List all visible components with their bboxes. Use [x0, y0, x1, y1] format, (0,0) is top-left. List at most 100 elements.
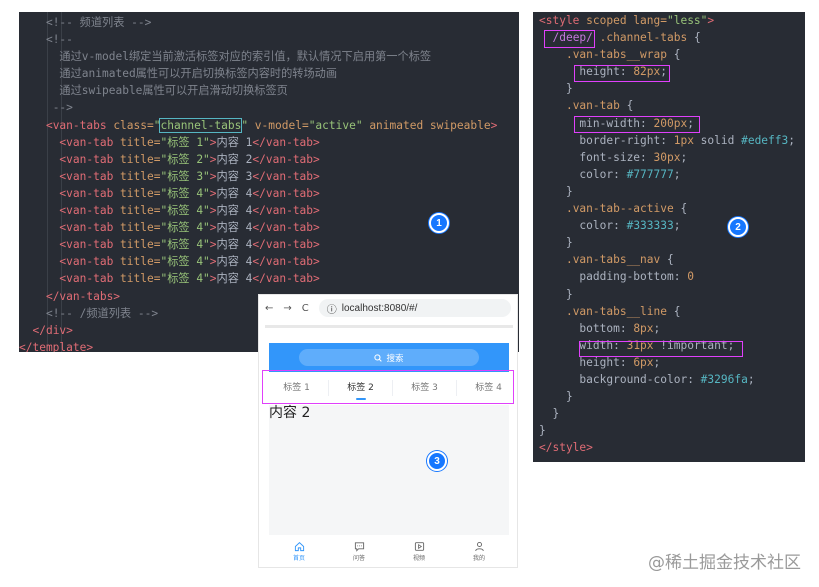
code-line: background-color: #3296fa; [539, 371, 795, 388]
tabbar-item-video[interactable]: 视频 [389, 535, 449, 567]
code-line: <van-tab title="标签 4">内容 4</van-tab> [19, 253, 519, 270]
code-token: <!-- [45, 33, 73, 47]
code-token: { [673, 202, 688, 216]
code-token: } [565, 236, 573, 250]
code-token: 内容 3 [216, 169, 253, 183]
code-line: } [539, 183, 795, 200]
code-line: .van-tabs__wrap { [539, 46, 795, 63]
code-token: ; [680, 150, 688, 164]
code-line: <style scoped lang="less"> [539, 12, 795, 29]
code-token: 通过swipeable属性可以开启滑动切换标签页 [59, 84, 288, 98]
code-line: .van-tab--active { [539, 200, 795, 217]
arrow-right-icon[interactable]: → [283, 303, 291, 314]
code-token: <van-tab [59, 238, 121, 252]
reload-icon[interactable]: C [302, 303, 309, 314]
search-button[interactable]: 搜索 [299, 349, 479, 366]
code-token: </van-tab> [252, 238, 320, 252]
code-line: } [539, 80, 795, 97]
tabbar-label: 我的 [472, 554, 485, 562]
code-token: } [539, 424, 546, 438]
tabbar-item-qa[interactable]: 问答 [329, 535, 389, 567]
code-token: title= [120, 169, 161, 183]
code-token: </van-tabs> [45, 289, 121, 303]
code-token: "标签 1" [160, 135, 210, 149]
code-line: <van-tabs class="channel-tabs" v-model="… [19, 117, 519, 134]
code-token: 30px [653, 150, 681, 164]
code-line: <van-tab title="标签 4">内容 4</van-tab> [19, 270, 519, 287]
code-line: 通过animated属性可以开启切换标签内容时的转场动画 [19, 65, 519, 82]
highlight-min-width [574, 116, 700, 133]
code-line: font-size: 30px; [539, 149, 795, 166]
code-token: "less" [666, 14, 708, 27]
code-token: </van-tab> [252, 135, 320, 149]
tabbar-item-mine[interactable]: 我的 [449, 535, 509, 567]
code-line: bottom: 8px; [539, 320, 795, 337]
code-token: ; [653, 355, 661, 369]
code-line: 通过v-model绑定当前激活标签对应的索引值，默认情况下启用第一个标签 [19, 48, 519, 65]
code-line: border-right: 1px solid #edeff3; [539, 132, 795, 149]
code-token: 0 [687, 270, 694, 284]
code-token: scoped lang= [586, 14, 667, 27]
code-token: <van-tab [59, 204, 121, 218]
code-token: > [209, 135, 217, 149]
code-token: .van-tabs__line [565, 304, 667, 318]
code-line: color: #777777; [539, 166, 795, 183]
code-token: #333333 [626, 219, 674, 233]
code-line: .van-tabs__nav { [539, 251, 795, 268]
code-token: </van-tab> [252, 221, 320, 235]
code-token: <van-tab [59, 169, 121, 183]
code-token: 通过animated属性可以开启切换标签内容时的转场动画 [59, 67, 338, 81]
code-token: 内容 4 [216, 221, 253, 235]
code-line: } [539, 286, 795, 303]
code-line: } [539, 234, 795, 251]
code-token: "标签 4" [160, 186, 210, 200]
code-token: { [667, 304, 681, 318]
code-token: 内容 4 [216, 272, 253, 286]
code-token: .van-tabs__wrap [565, 48, 667, 62]
code-token: </style> [539, 441, 593, 455]
code-token: 通过v-model绑定当前激活标签对应的索引值，默认情况下启用第一个标签 [59, 50, 432, 64]
code-token: #3296fa [700, 372, 748, 386]
code-token: background-color: [579, 372, 701, 386]
highlight-tabs [262, 370, 514, 404]
code-token: </van-tab> [252, 272, 320, 286]
code-token: font-size: [579, 150, 654, 164]
code-token: > [209, 272, 217, 286]
code-token: 内容 4 [216, 238, 253, 252]
tabbar-item-home[interactable]: 首页 [269, 535, 329, 567]
code-token: </van-tab> [252, 169, 320, 183]
code-token: border-right: [579, 133, 674, 147]
code-token: > [209, 169, 217, 183]
code-token: <van-tab [59, 221, 121, 235]
highlight-deep [544, 30, 595, 48]
code-token: "标签 4" [160, 255, 210, 269]
code-token: { [619, 99, 634, 113]
arrow-left-icon[interactable]: ← [265, 303, 273, 314]
code-token: > [209, 186, 217, 200]
code-token: > [209, 204, 217, 218]
highlight-height [574, 65, 670, 82]
code-token: 6px [633, 355, 654, 369]
code-token: </van-tab> [252, 255, 320, 269]
code-token: <van-tabs [45, 118, 114, 132]
address-bar[interactable]: ⓘ localhost:8080/#/ [318, 299, 511, 317]
code-token: </van-tab> [252, 204, 320, 218]
code-token: .van-tab [565, 99, 620, 113]
code-token: title= [120, 186, 161, 200]
code-token: ; [673, 219, 681, 233]
code-token: height: [579, 355, 634, 369]
